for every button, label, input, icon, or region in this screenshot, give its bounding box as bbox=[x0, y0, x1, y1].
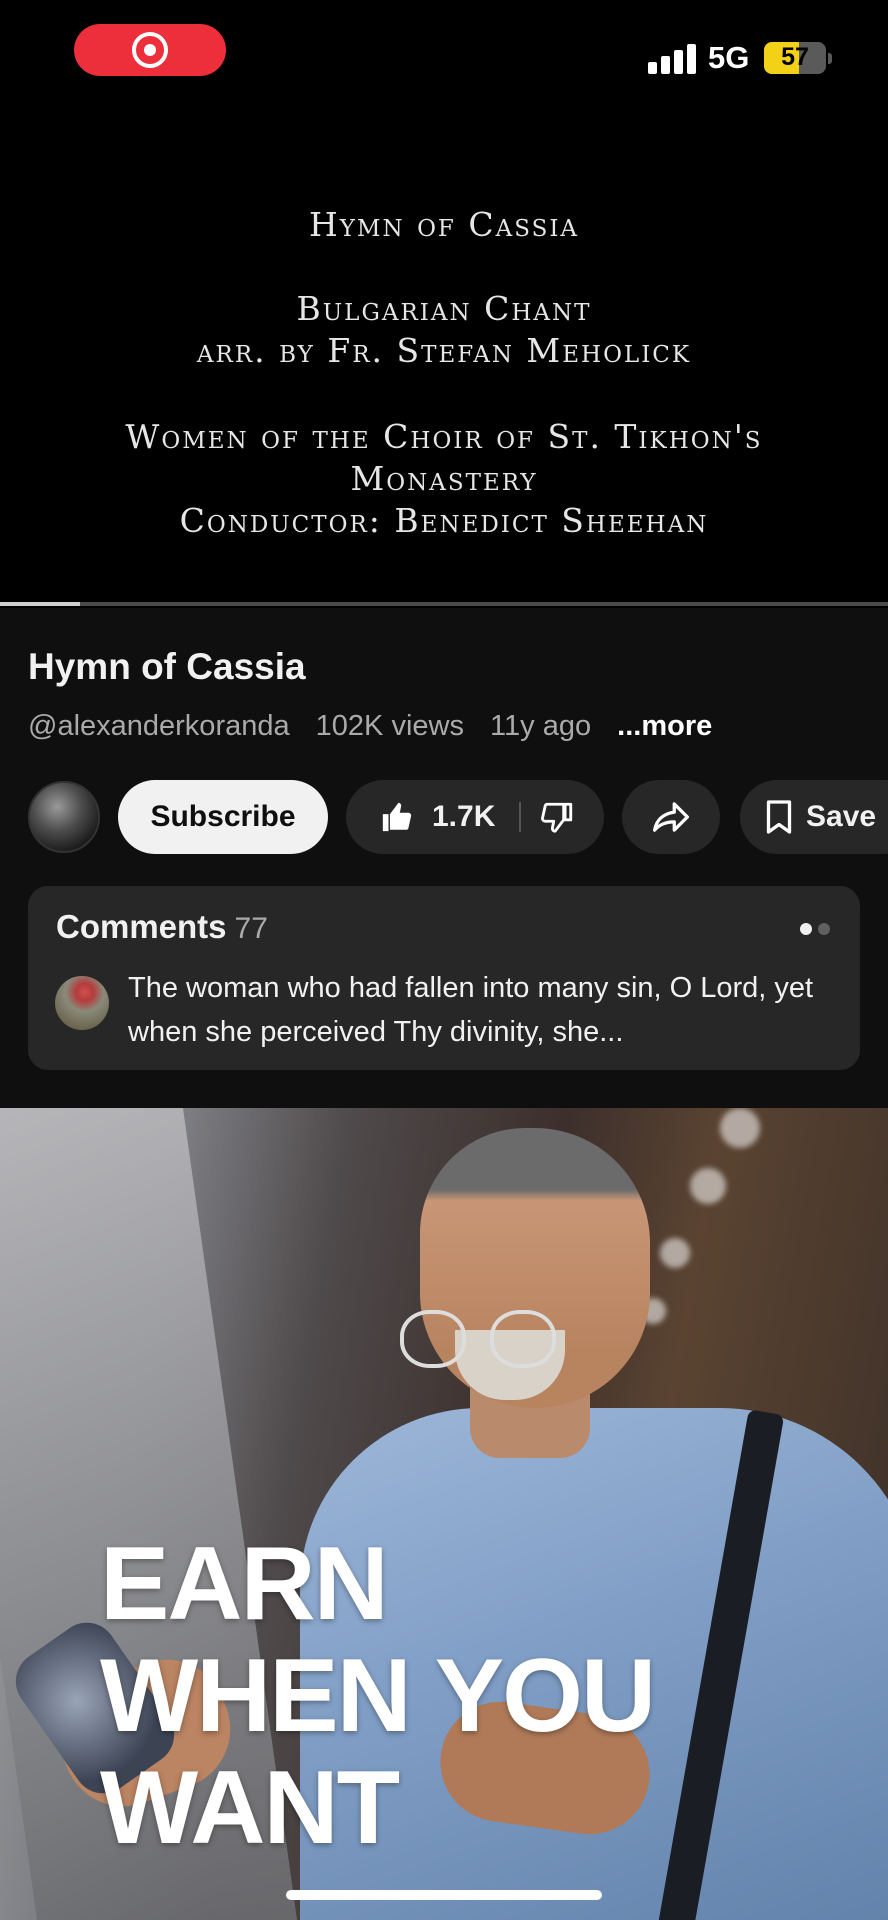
more-description-link[interactable]: ...more bbox=[617, 710, 712, 742]
video-player[interactable]: Hymn of Cassia Bulgarian Chant arr. by F… bbox=[0, 110, 888, 608]
like-dislike-group: 1.7K bbox=[346, 780, 604, 854]
video-overlay-line: arr. by Fr. Stefan Meholick bbox=[196, 331, 692, 370]
video-overlay-line: Bulgarian Chant bbox=[296, 289, 592, 328]
video-overlay-line: Monastery bbox=[350, 459, 538, 498]
comments-count: 77 bbox=[234, 912, 268, 945]
video-meta-row: @alexanderkoranda 102K views 11y ago ...… bbox=[28, 710, 712, 743]
battery-icon: 57 bbox=[764, 42, 826, 74]
video-overlay-title: Hymn of Cassia bbox=[308, 205, 580, 244]
status-bar: 5G 57 bbox=[0, 0, 888, 110]
commenter-avatar bbox=[55, 976, 109, 1030]
thumbs-down-icon bbox=[541, 802, 573, 833]
comment-preview-text: The woman who had fallen into many sin, … bbox=[128, 972, 814, 1048]
video-overlay-line: Women of the Choir of St. Tikhon's bbox=[125, 417, 763, 456]
save-button[interactable]: Save bbox=[740, 780, 888, 854]
like-count: 1.7K bbox=[432, 800, 496, 833]
channel-avatar[interactable] bbox=[28, 781, 100, 853]
video-progress-bar[interactable] bbox=[0, 602, 888, 606]
video-progress-fill bbox=[0, 602, 80, 606]
save-label: Save bbox=[806, 800, 877, 833]
ad-headline-line: WANT bbox=[100, 1750, 400, 1866]
share-button[interactable] bbox=[622, 780, 720, 854]
video-title[interactable]: Hymn of Cassia bbox=[28, 646, 306, 688]
ad-banner[interactable]: EARN WHEN YOU WANT bbox=[0, 1108, 888, 1920]
like-button[interactable]: 1.7K bbox=[380, 800, 495, 834]
cellular-signal-icon bbox=[648, 44, 696, 74]
thumbs-up-icon bbox=[382, 802, 412, 832]
like-dislike-divider bbox=[519, 802, 522, 832]
video-overlay-line: Conductor: Benedict Sheehan bbox=[179, 501, 709, 540]
comments-page-dots bbox=[794, 922, 830, 940]
record-icon bbox=[132, 32, 168, 68]
ad-headline-line: EARN bbox=[100, 1526, 389, 1642]
screen-recording-indicator[interactable] bbox=[74, 24, 226, 76]
subscribe-button[interactable]: Subscribe bbox=[118, 780, 328, 854]
view-count: 102K views bbox=[315, 710, 464, 742]
share-arrow-icon bbox=[653, 802, 689, 832]
bookmark-icon bbox=[766, 800, 792, 834]
comments-card[interactable]: Comments 77 The woman who had fallen into… bbox=[28, 886, 860, 1070]
ad-headline-line: WHEN YOU bbox=[100, 1638, 656, 1754]
comments-heading: Comments 77 bbox=[56, 908, 268, 945]
ad-glasses bbox=[400, 1310, 600, 1370]
battery-level: 57 bbox=[781, 43, 809, 71]
dislike-button[interactable] bbox=[541, 800, 575, 834]
home-indicator[interactable] bbox=[286, 1890, 602, 1900]
network-type: 5G bbox=[708, 40, 750, 75]
channel-handle[interactable]: @alexanderkoranda bbox=[28, 710, 290, 742]
upload-age: 11y ago bbox=[490, 710, 592, 742]
